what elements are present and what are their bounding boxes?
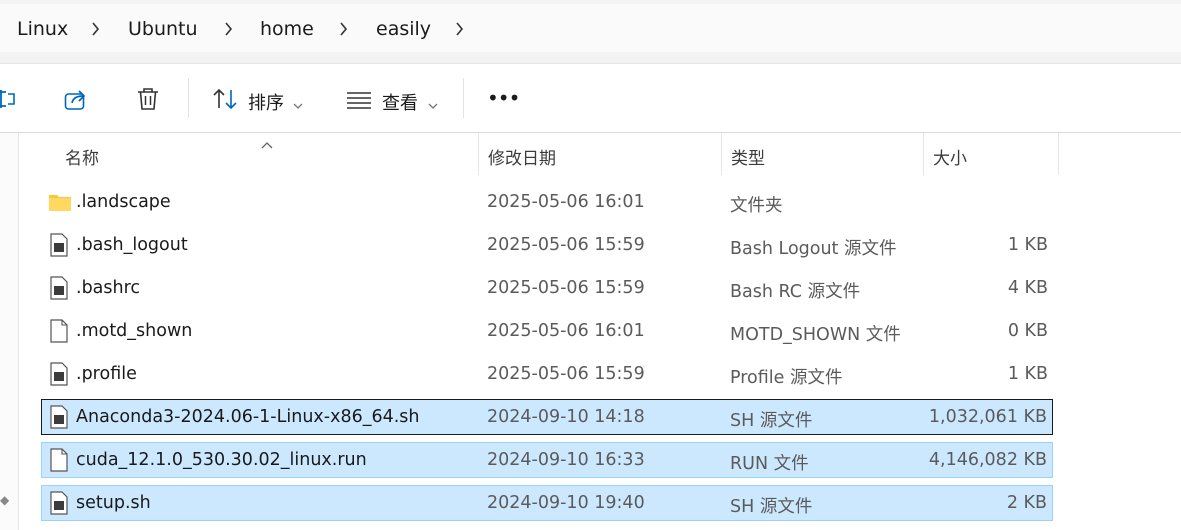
script-file-icon xyxy=(48,362,70,386)
chevron-right-icon[interactable] xyxy=(91,22,100,36)
file-name: .motd_shown xyxy=(76,321,193,341)
navigation-pane-edge: ◆ xyxy=(0,133,19,530)
file-type: RUN 文件 xyxy=(730,454,809,474)
column-header-size[interactable]: 大小 xyxy=(933,144,967,169)
file-row-selected[interactable]: cuda_12.1.0_530.30.02_linux.run 2024-09-… xyxy=(41,442,1053,478)
column-divider[interactable] xyxy=(1058,133,1059,175)
delete-icon[interactable] xyxy=(135,86,161,112)
blank-file-icon xyxy=(48,448,70,472)
file-type: 文件夹 xyxy=(730,196,783,216)
rename-icon[interactable] xyxy=(0,86,18,112)
file-name: .landscape xyxy=(76,192,171,212)
column-divider[interactable] xyxy=(478,133,479,175)
breadcrumb-item-linux[interactable]: Linux xyxy=(17,18,68,40)
file-modified: 2025-05-06 15:59 xyxy=(487,278,645,298)
file-type: SH 源文件 xyxy=(730,497,813,517)
chevron-right-icon[interactable] xyxy=(339,22,348,36)
file-size: 1 KB xyxy=(1007,235,1048,255)
toolbar-divider xyxy=(188,78,189,118)
file-name: cuda_12.1.0_530.30.02_linux.run xyxy=(76,450,367,470)
address-bar: Linux Ubuntu home easily xyxy=(0,0,1181,64)
file-name: setup.sh xyxy=(76,493,151,513)
file-size: 1,032,061 KB xyxy=(928,407,1047,427)
share-icon[interactable] xyxy=(63,86,89,112)
breadcrumb-item-easily[interactable]: easily xyxy=(376,18,431,40)
file-modified: 2024-09-10 14:18 xyxy=(487,407,645,427)
script-file-icon xyxy=(48,233,70,257)
file-name: .profile xyxy=(76,364,137,384)
sort-label: 排序 xyxy=(248,93,284,114)
file-type: Profile 源文件 xyxy=(730,368,843,388)
view-list-icon xyxy=(346,86,372,112)
column-divider[interactable] xyxy=(721,133,722,175)
file-size: 2 KB xyxy=(1006,493,1047,513)
view-label: 查看 xyxy=(382,93,418,114)
chevron-right-icon[interactable] xyxy=(224,22,233,36)
chevron-right-icon[interactable] xyxy=(455,22,464,36)
blank-file-icon xyxy=(48,319,70,343)
column-header-modified[interactable]: 修改日期 xyxy=(488,144,556,169)
file-type: MOTD_SHOWN 文件 xyxy=(730,325,901,345)
file-modified: 2025-05-06 16:01 xyxy=(487,192,645,212)
folder-icon xyxy=(48,190,71,214)
chevron-down-icon xyxy=(293,95,303,109)
sort-icon xyxy=(212,86,238,112)
file-name: .bash_logout xyxy=(76,235,188,255)
script-file-icon xyxy=(48,405,70,429)
file-type: SH 源文件 xyxy=(730,411,813,431)
file-type: Bash RC 源文件 xyxy=(730,282,861,302)
file-row-selected[interactable]: Anaconda3-2024.06-1-Linux-x86_64.sh 2024… xyxy=(41,399,1053,435)
file-modified: 2024-09-10 16:33 xyxy=(487,450,645,470)
file-row[interactable]: .bash_logout 2025-05-06 15:59 Bash Logou… xyxy=(41,227,1053,263)
file-size: 1 KB xyxy=(1007,364,1048,384)
file-row[interactable]: .bashrc 2025-05-06 15:59 Bash RC 源文件 4 K… xyxy=(41,270,1053,306)
column-header-name[interactable]: 名称 xyxy=(65,144,99,169)
script-file-icon xyxy=(48,491,70,515)
toolbar-divider xyxy=(463,78,464,118)
sort-ascending-icon xyxy=(261,134,273,149)
file-name: .bashrc xyxy=(76,278,141,298)
pin-icon: ◆ xyxy=(0,493,10,507)
file-row[interactable]: .motd_shown 2025-05-06 16:01 MOTD_SHOWN … xyxy=(41,313,1053,349)
file-row[interactable]: .profile 2025-05-06 15:59 Profile 源文件 1 … xyxy=(41,356,1053,392)
file-size: 0 KB xyxy=(1007,321,1048,341)
file-size: 4,146,082 KB xyxy=(928,450,1047,470)
more-options-button[interactable]: ••• xyxy=(487,86,520,110)
file-modified: 2025-05-06 16:01 xyxy=(487,321,645,341)
column-header-type[interactable]: 类型 xyxy=(731,144,765,169)
file-type: Bash Logout 源文件 xyxy=(730,239,897,259)
file-size: 4 KB xyxy=(1007,278,1048,298)
chevron-down-icon xyxy=(428,95,438,109)
file-modified: 2025-05-06 15:59 xyxy=(487,364,645,384)
file-row[interactable]: .landscape 2025-05-06 16:01 文件夹 xyxy=(41,184,1053,220)
command-bar: 排序 查看 ••• xyxy=(0,64,1181,133)
file-modified: 2025-05-06 15:59 xyxy=(487,235,645,255)
script-file-icon xyxy=(48,276,70,300)
breadcrumb-item-ubuntu[interactable]: Ubuntu xyxy=(128,18,198,40)
file-modified: 2024-09-10 19:40 xyxy=(487,493,645,513)
breadcrumb-item-home[interactable]: home xyxy=(260,18,314,40)
breadcrumb: Linux Ubuntu home easily xyxy=(0,4,1181,52)
column-divider[interactable] xyxy=(923,133,924,175)
file-row-selected[interactable]: setup.sh 2024-09-10 19:40 SH 源文件 2 KB xyxy=(41,485,1053,521)
file-name: Anaconda3-2024.06-1-Linux-x86_64.sh xyxy=(76,407,420,427)
